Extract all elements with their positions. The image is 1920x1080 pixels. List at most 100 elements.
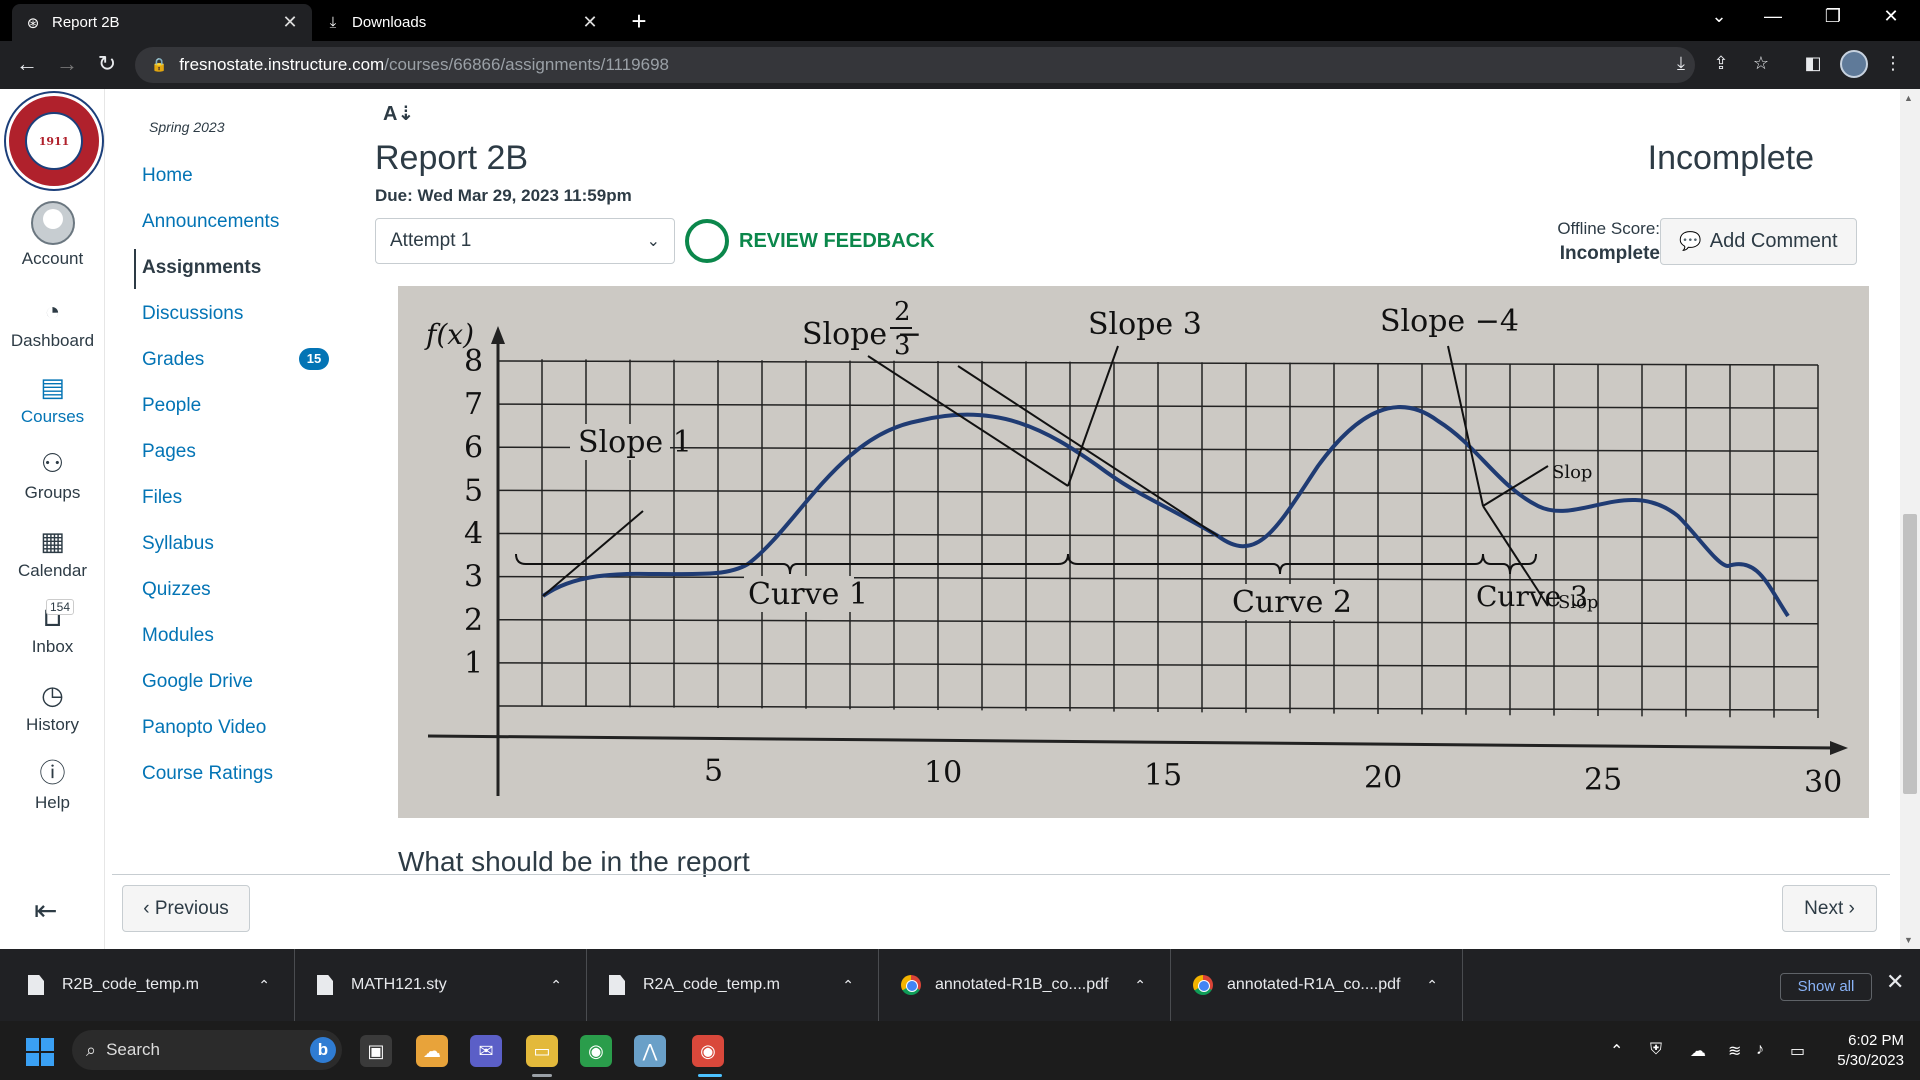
global-nav-history[interactable]: ◷ History (0, 679, 105, 735)
side-panel-icon[interactable]: ◧ (1800, 53, 1826, 74)
battery-icon[interactable]: ▭ (1790, 1041, 1805, 1061)
course-nav-people[interactable]: People (142, 395, 201, 417)
task-view-icon[interactable]: ▣ (360, 1035, 392, 1067)
share-icon[interactable]: ⇪ (1708, 53, 1734, 74)
chevron-up-icon[interactable]: ⌃ (1134, 977, 1146, 994)
global-nav-calendar[interactable]: ▦ Calendar (0, 525, 105, 581)
download-item[interactable]: MATH121.sty ⌃ (295, 949, 587, 1021)
show-all-button[interactable]: Show all (1780, 973, 1872, 1001)
global-nav-help[interactable]: ⓘ Help (0, 757, 105, 813)
next-button[interactable]: Next › (1782, 885, 1877, 932)
chevron-up-icon[interactable]: ⌃ (842, 977, 854, 994)
new-tab-button[interactable]: + (624, 6, 654, 37)
dashboard-icon: ◔ (44, 296, 61, 326)
scroll-thumb[interactable] (1903, 514, 1917, 794)
course-nav-assignments[interactable]: Assignments (142, 257, 261, 279)
page-scrollbar[interactable]: ▲ ▼ (1900, 89, 1920, 949)
minimize-icon[interactable]: — (1758, 6, 1788, 27)
windows-taskbar: ⌕ Search b ▣ ☁ ✉ ▭ ◉ ⋀ ◉ ⌃ ⛨ ☁ ≋ ♪ ▭ 6:0… (0, 1021, 1920, 1080)
tab-report-2b[interactable]: ⊛ Report 2B ✕ (12, 4, 312, 41)
widgets-icon[interactable]: ☁ (416, 1035, 448, 1067)
chevron-right-icon: › (1843, 897, 1855, 919)
tray-chevron-icon[interactable]: ⌃ (1610, 1041, 1623, 1061)
collapse-nav-icon[interactable]: ⇤ (34, 894, 57, 927)
course-nav-modules[interactable]: Modules (142, 625, 214, 647)
course-nav-home[interactable]: Home (142, 165, 193, 187)
y-tick-label: 8 (464, 344, 483, 379)
chevron-up-icon[interactable]: ⌃ (550, 977, 562, 994)
scroll-up-icon[interactable]: ▲ (1904, 93, 1913, 103)
address-bar[interactable]: 🔒 fresnostate.instructure.com/courses/66… (135, 47, 1695, 83)
download-item[interactable]: annotated-R1A_co....pdf ⌃ (1171, 949, 1463, 1021)
previous-button[interactable]: ‹ Previous (122, 885, 250, 932)
chevron-up-icon[interactable]: ⌃ (1426, 977, 1438, 994)
wifi-icon[interactable]: ≋ (1728, 1041, 1741, 1061)
global-nav-inbox[interactable]: ⊔ 154 Inbox (0, 599, 105, 657)
onedrive-icon[interactable]: ☁ (1690, 1041, 1706, 1061)
course-nav-discussions[interactable]: Discussions (142, 303, 243, 325)
slope1-label: Slope 1 (578, 425, 692, 460)
tab-search-icon[interactable]: ⌄ (1704, 6, 1734, 27)
close-window-icon[interactable]: ✕ (1876, 6, 1906, 27)
chevron-up-icon[interactable]: ⌃ (258, 977, 270, 994)
volume-icon[interactable]: ♪ (1756, 1041, 1764, 1059)
course-nav-pages[interactable]: Pages (142, 441, 196, 463)
fresno-state-logo[interactable]: 1911 (6, 93, 102, 189)
download-icon: ⤓ (329, 14, 337, 31)
close-icon[interactable]: ✕ (1886, 969, 1904, 995)
course-nav-files[interactable]: Files (142, 487, 182, 509)
restore-icon[interactable]: ❐ (1818, 6, 1848, 27)
active-indicator (698, 1074, 722, 1077)
windows-start-icon[interactable] (26, 1038, 54, 1066)
download-item[interactable]: R2B_code_temp.m ⌃ (0, 949, 295, 1021)
course-nav-announcements[interactable]: Announcements (142, 211, 279, 233)
figure-svg: f(x) 12345678 5 10 15 20 25 30 Slope 1 S… (398, 286, 1869, 818)
close-tab-icon[interactable]: ✕ (280, 12, 300, 33)
attempt-select[interactable]: Attempt 1 ⌄ (375, 218, 675, 264)
due-date: Due: Wed Mar 29, 2023 11:59pm (375, 186, 632, 205)
tab-downloads[interactable]: ⤓ Downloads ✕ (312, 4, 612, 41)
taskbar-clock[interactable]: 6:02 PM 5/30/2023 (1828, 1031, 1904, 1071)
course-nav-grades[interactable]: Grades (142, 349, 204, 371)
page-title: Report 2B (375, 139, 529, 177)
profile-avatar[interactable] (1840, 50, 1868, 78)
teams-chat-icon[interactable]: ✉ (470, 1035, 502, 1067)
bookmark-star-icon[interactable]: ☆ (1748, 53, 1774, 74)
bing-icon[interactable]: b (310, 1037, 336, 1063)
file-explorer-icon[interactable]: ▭ (526, 1035, 558, 1067)
global-nav-account[interactable]: Account (0, 201, 105, 269)
slope-cut-b-label: Slop (1558, 592, 1598, 613)
download-item[interactable]: R2A_code_temp.m ⌃ (587, 949, 879, 1021)
add-comment-button[interactable]: 💬 Add Comment (1660, 218, 1857, 265)
account-avatar (30, 201, 75, 245)
chevron-left-icon: ‹ (143, 897, 155, 919)
close-tab-icon[interactable]: ✕ (580, 12, 600, 33)
x-tick-label: 30 (1804, 765, 1842, 800)
reload-icon[interactable]: ↻ (92, 51, 122, 77)
global-nav-dashboard[interactable]: ◔ Dashboard (0, 295, 105, 351)
forward-icon[interactable]: → (52, 51, 82, 77)
scroll-down-icon[interactable]: ▼ (1904, 935, 1913, 945)
download-item[interactable]: annotated-R1B_co....pdf ⌃ (879, 949, 1171, 1021)
download-name: MATH121.sty (351, 976, 447, 993)
global-nav-groups[interactable]: ⚇ Groups (0, 447, 105, 503)
course-nav-syllabus[interactable]: Syllabus (142, 533, 214, 555)
defender-icon[interactable]: ⛨ (1650, 1041, 1662, 1059)
course-nav-google-drive[interactable]: Google Drive (142, 671, 253, 693)
course-nav-quizzes[interactable]: Quizzes (142, 579, 211, 601)
chrome-taskbar-icon[interactable]: ◉ (580, 1035, 612, 1067)
global-nav-courses[interactable]: ▤ Courses (0, 371, 105, 427)
chrome-active-icon[interactable]: ◉ (692, 1035, 724, 1067)
course-nav-course-ratings[interactable]: Course Ratings (142, 763, 273, 785)
matlab-icon[interactable]: ⋀ (634, 1035, 666, 1067)
global-nav-label: Inbox (31, 637, 74, 656)
back-icon[interactable]: ← (12, 51, 42, 77)
course-nav-panopto-video[interactable]: Panopto Video (142, 717, 266, 739)
menu-dots-icon[interactable]: ⋮ (1880, 53, 1906, 74)
review-feedback-button[interactable]: REVIEW FEEDBACK (685, 219, 935, 263)
install-icon[interactable]: ⤓ (1668, 53, 1694, 74)
taskbar-search[interactable]: ⌕ Search b (72, 1030, 342, 1070)
footer-divider (112, 874, 1890, 875)
global-nav-label: History (26, 715, 79, 734)
accessibility-icon[interactable]: A⇣ (383, 101, 414, 126)
